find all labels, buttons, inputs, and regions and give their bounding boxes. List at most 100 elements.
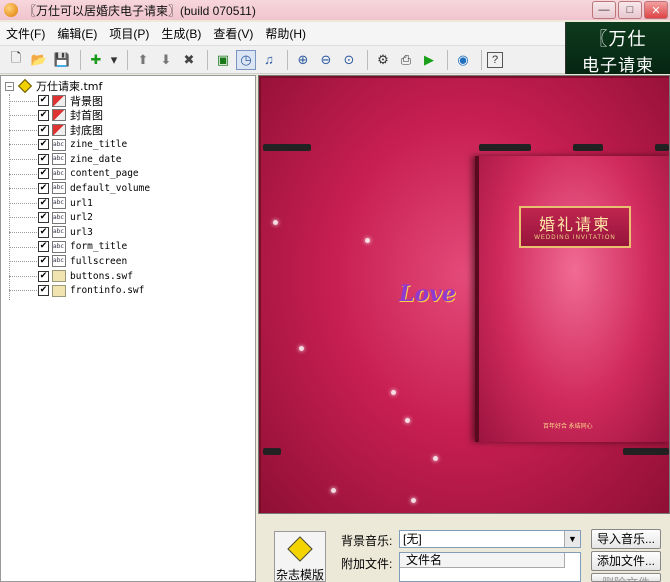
preview-background: Love 婚礼请柬 WEDDING INVITATION 百年好合 永结同心 bbox=[261, 78, 669, 513]
checkbox[interactable]: ✔ bbox=[38, 226, 49, 238]
tree-item[interactable]: ✔ zine_title bbox=[1, 137, 255, 152]
image-node-icon bbox=[52, 94, 66, 107]
bg-music-select[interactable]: [无] ▼ bbox=[399, 530, 581, 548]
tree-item-label: url2 bbox=[70, 212, 93, 224]
clock-icon[interactable]: ◷ bbox=[236, 49, 256, 70]
checkbox[interactable]: ✔ bbox=[38, 255, 49, 267]
minimize-button[interactable]: — bbox=[592, 1, 616, 19]
export-icon[interactable]: ▣ bbox=[213, 50, 233, 70]
zoom-in-icon[interactable]: ⊕ bbox=[293, 50, 313, 70]
new-file-icon[interactable]: 🗋 bbox=[6, 50, 26, 70]
project-tree[interactable]: − 万仕请柬.tmf ✔ 背景图 ✔ 封首图 ✔ 封底图 ✔ zine_title ✔ zine_… bbox=[0, 75, 256, 582]
tree-item-label: 背景图 bbox=[70, 94, 103, 108]
image-node-icon bbox=[52, 109, 66, 122]
project-diamond-icon bbox=[17, 79, 33, 94]
toolbar-separator bbox=[481, 49, 482, 70]
open-folder-icon[interactable]: 📂 bbox=[29, 50, 49, 70]
tree-connector bbox=[9, 231, 37, 233]
close-button[interactable]: ✕ bbox=[644, 1, 668, 19]
menu-edit[interactable]: 编辑(E) bbox=[57, 25, 97, 42]
maximize-button[interactable]: □ bbox=[618, 1, 642, 19]
invitation-book: 婚礼请柬 WEDDING INVITATION 百年好合 永结同心 bbox=[475, 156, 669, 442]
menu-view[interactable]: 查看(V) bbox=[213, 25, 253, 42]
add-icon[interactable]: ✚ bbox=[86, 50, 106, 70]
web-icon[interactable]: ◉ bbox=[453, 50, 473, 70]
sparkle bbox=[273, 220, 278, 225]
tree-item-label: buttons.swf bbox=[70, 270, 133, 282]
preview-panel: Love 婚礼请柬 WEDDING INVITATION 百年好合 永结同心 bbox=[258, 75, 670, 514]
tree-item[interactable]: ✔ default_volume bbox=[1, 181, 255, 196]
checkbox[interactable]: ✔ bbox=[38, 197, 49, 209]
tree-connector bbox=[9, 217, 37, 219]
tree-vertical-connector bbox=[9, 94, 10, 300]
menu-build[interactable]: 生成(B) bbox=[161, 25, 201, 42]
text-node-icon bbox=[52, 197, 66, 210]
delete-file-button[interactable]: 删除文件 bbox=[591, 573, 661, 582]
tree-item[interactable]: ✔ url1 bbox=[1, 196, 255, 211]
menu-file[interactable]: 文件(F) bbox=[6, 25, 45, 42]
tree-item[interactable]: ✔ form_title bbox=[1, 240, 255, 255]
dropdown-icon[interactable]: ▾ bbox=[109, 50, 119, 70]
save-icon[interactable]: 💾 bbox=[52, 50, 72, 70]
checkbox[interactable]: ✔ bbox=[38, 139, 49, 151]
checkbox[interactable]: ✔ bbox=[38, 182, 49, 194]
filename-column-header[interactable]: 文件名 bbox=[400, 553, 565, 568]
music-icon[interactable]: ♫ bbox=[259, 50, 279, 70]
zoom-fit-icon[interactable]: ⊙ bbox=[339, 50, 359, 70]
build-icon[interactable]: ⚙ bbox=[373, 50, 393, 70]
preview-control-strip bbox=[573, 144, 603, 151]
sparkle bbox=[433, 456, 438, 461]
tree-item-label: url3 bbox=[70, 226, 93, 238]
chevron-down-icon[interactable]: ▼ bbox=[564, 531, 580, 547]
swf-node-icon bbox=[52, 270, 66, 283]
collapse-icon[interactable]: − bbox=[5, 81, 14, 91]
publish-icon[interactable]: ⎙ bbox=[396, 50, 416, 70]
move-up-icon[interactable]: ⬆ bbox=[133, 50, 153, 70]
add-file-button[interactable]: 添加文件... bbox=[591, 551, 661, 571]
checkbox[interactable]: ✔ bbox=[38, 153, 49, 165]
sparkle bbox=[405, 418, 410, 423]
checkbox[interactable]: ✔ bbox=[38, 270, 49, 282]
tree-item-label: url1 bbox=[70, 197, 93, 209]
template-diamond-icon bbox=[287, 536, 313, 562]
magazine-template-button[interactable]: 杂志模版 bbox=[274, 531, 326, 582]
toolbar: 🗋 📂 💾 ✚ ▾ ⬆ ⬇ ✖ ▣ ◷ ♫ ⊕ ⊖ ⊙ ⚙ ⎙ ▶ ◉ ? bbox=[0, 46, 565, 74]
checkbox[interactable]: ✔ bbox=[38, 168, 49, 180]
brand-line1: 〖万仕 bbox=[589, 29, 647, 50]
checkbox[interactable]: ✔ bbox=[38, 241, 49, 253]
tree-item[interactable]: ✔ 封首图 bbox=[1, 108, 255, 123]
toolbar-separator bbox=[447, 49, 448, 70]
tree-item[interactable]: ✔ content_page bbox=[1, 167, 255, 182]
tree-root[interactable]: − 万仕请柬.tmf bbox=[1, 79, 255, 94]
tree-item[interactable]: ✔ url3 bbox=[1, 225, 255, 240]
import-music-button[interactable]: 导入音乐... bbox=[591, 529, 661, 549]
book-title-plate: 婚礼请柬 WEDDING INVITATION bbox=[519, 206, 631, 248]
tree-item[interactable]: ✔ buttons.swf bbox=[1, 269, 255, 284]
move-down-icon[interactable]: ⬇ bbox=[156, 50, 176, 70]
tree-item[interactable]: ✔ url2 bbox=[1, 210, 255, 225]
tree-item[interactable]: ✔ zine_date bbox=[1, 152, 255, 167]
play-icon[interactable]: ▶ bbox=[419, 50, 439, 70]
checkbox[interactable]: ✔ bbox=[38, 212, 49, 224]
delete-icon[interactable]: ✖ bbox=[179, 50, 199, 70]
menu-help[interactable]: 帮助(H) bbox=[265, 25, 306, 42]
brand-logo: 〖万仕 电子请柬 bbox=[565, 22, 670, 76]
menu-project[interactable]: 项目(P) bbox=[109, 25, 149, 42]
zoom-out-icon[interactable]: ⊖ bbox=[316, 50, 336, 70]
tree-item-label: form_title bbox=[70, 241, 128, 253]
text-node-icon bbox=[52, 240, 66, 253]
toolbar-separator bbox=[367, 49, 368, 70]
toolbar-separator bbox=[287, 49, 288, 70]
tree-item[interactable]: ✔ 背景图 bbox=[1, 94, 255, 109]
checkbox[interactable]: ✔ bbox=[38, 285, 49, 297]
checkbox[interactable]: ✔ bbox=[38, 124, 49, 136]
help-icon[interactable]: ? bbox=[487, 51, 503, 68]
tree-item[interactable]: ✔ frontinfo.swf bbox=[1, 283, 255, 298]
sparkle bbox=[299, 346, 304, 351]
attached-files-list[interactable]: 文件名 bbox=[399, 552, 581, 582]
checkbox[interactable]: ✔ bbox=[38, 95, 49, 107]
tree-item[interactable]: ✔ fullscreen bbox=[1, 254, 255, 269]
checkbox[interactable]: ✔ bbox=[38, 109, 49, 121]
tree-item[interactable]: ✔ 封底图 bbox=[1, 123, 255, 138]
toolbar-separator bbox=[80, 49, 81, 70]
